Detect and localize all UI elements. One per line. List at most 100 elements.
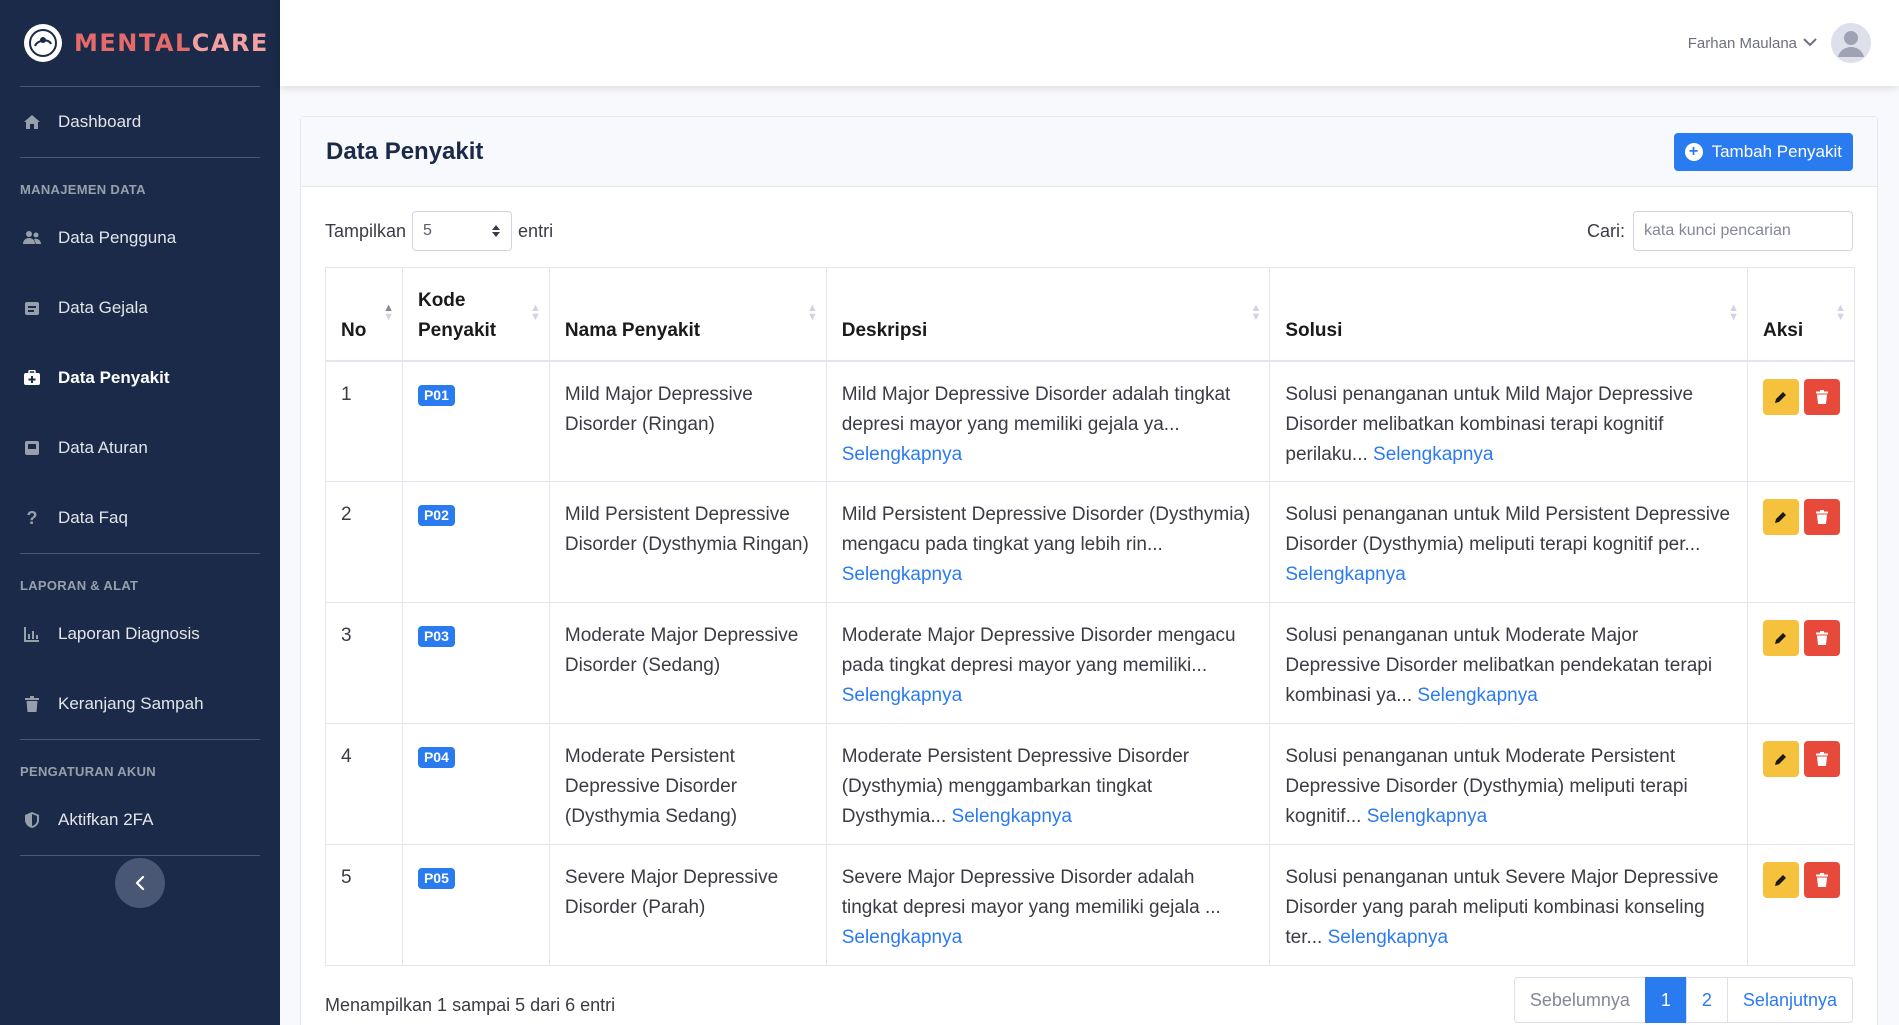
- cell-nama: Severe Major Depressive Disorder (Parah): [548, 844, 827, 966]
- column-header-nama[interactable]: Nama Penyakit ▲ ▼: [548, 267, 827, 362]
- pencil-icon: [1774, 875, 1786, 886]
- table-info: Menampilkan 1 sampai 5 dari 6 entri: [325, 995, 616, 1015]
- add-disease-button[interactable]: + Tambah Penyakit: [1673, 132, 1853, 171]
- sidebar-section-heading: LAPORAN & ALAT: [20, 578, 139, 593]
- page-length-select[interactable]: 5: [412, 211, 513, 251]
- cell-solusi: Solusi penanganan untuk Severe Major Dep…: [1269, 844, 1748, 966]
- home-icon: [20, 112, 44, 132]
- read-more-link[interactable]: Selengkapnya: [1417, 685, 1537, 706]
- disease-code-badge: P03: [417, 626, 455, 647]
- sidebar-item-dashboard[interactable]: Dashboard: [0, 87, 280, 157]
- sidebar-divider: [20, 855, 260, 856]
- sidebar-item-label: Laporan Diagnosis: [58, 624, 200, 643]
- read-more-link[interactable]: Selengkapnya: [1328, 927, 1448, 948]
- read-more-link[interactable]: Selengkapnya: [1373, 444, 1493, 465]
- read-more-link[interactable]: Selengkapnya: [1285, 564, 1405, 585]
- cell-nama: Moderate Persistent Depressive Disorder …: [548, 723, 827, 845]
- page-title: Data Penyakit: [326, 137, 484, 165]
- table-row: 4 P04 Moderate Persistent Depressive Dis…: [325, 723, 1856, 845]
- delete-button[interactable]: [1803, 378, 1840, 415]
- pagination-previous[interactable]: Sebelumnya: [1513, 977, 1646, 1023]
- disease-table: No ▲ ▼ Kode Penyakit ▲ ▼ Nama Penyakit ▲ ▼ Desk…: [325, 267, 1856, 966]
- disease-code-badge: P04: [417, 747, 455, 768]
- table-row: 5 P05 Severe Major Depressive Disorder (…: [325, 844, 1856, 966]
- pencil-icon: [1774, 754, 1786, 765]
- delete-button[interactable]: [1803, 741, 1840, 777]
- brand-logo-icon: [24, 24, 62, 62]
- read-more-link[interactable]: Selengkapnya: [842, 444, 962, 465]
- cell-aksi: [1746, 723, 1856, 845]
- sidebar-item-data-aturan[interactable]: Data Aturan: [0, 413, 280, 483]
- pagination-next[interactable]: Selanjutnya: [1726, 977, 1853, 1023]
- read-more-link[interactable]: Selengkapnya: [842, 685, 962, 706]
- sidebar-section-heading: MANAJEMEN DATA: [20, 182, 146, 197]
- cell-solusi: Solusi penanganan untuk Moderate Major D…: [1269, 602, 1748, 724]
- cell-nama: Moderate Major Depressive Disorder (Seda…: [548, 602, 827, 724]
- avatar[interactable]: [1831, 23, 1871, 63]
- pagination-page-2[interactable]: 2: [1685, 977, 1728, 1023]
- sidebar-item-keranjang-sampah[interactable]: Keranjang Sampah: [0, 669, 280, 739]
- edit-button[interactable]: [1762, 499, 1799, 535]
- delete-button[interactable]: [1803, 862, 1840, 898]
- read-more-link[interactable]: Selengkapnya: [1367, 806, 1487, 827]
- cell-solusi: Solusi penanganan untuk Moderate Persist…: [1269, 723, 1748, 845]
- users-icon: [20, 228, 44, 248]
- sidebar-item-laporan-diagnosis[interactable]: Laporan Diagnosis: [0, 599, 280, 669]
- table-row: 3 P03 Moderate Major Depressive Disorder…: [325, 602, 1856, 724]
- sort-icon: ▲ ▼: [383, 302, 394, 323]
- sort-icon: ▲ ▼: [1250, 302, 1262, 323]
- column-header-kode[interactable]: Kode Penyakit ▲ ▼: [401, 267, 550, 362]
- cell-no: 3: [325, 602, 403, 724]
- sidebar-item-aktifkan-2fa[interactable]: Aktifkan 2FA: [0, 785, 280, 855]
- brand[interactable]: MENTALCARE: [0, 0, 280, 86]
- read-more-link[interactable]: Selengkapnya: [842, 564, 962, 585]
- cell-kode: P05: [401, 844, 550, 966]
- column-header-deskripsi[interactable]: Deskripsi ▲ ▼: [825, 267, 1271, 362]
- medkit-icon: [20, 368, 44, 388]
- trash-icon: [1815, 873, 1828, 887]
- delete-button[interactable]: [1803, 499, 1840, 535]
- sidebar-item-data-pengguna[interactable]: Data Pengguna: [0, 203, 280, 273]
- delete-button[interactable]: [1803, 620, 1840, 656]
- sidebar-toggle-button[interactable]: [115, 858, 165, 908]
- cell-nama: Mild Major Depressive Disorder (Ringan): [548, 360, 827, 482]
- edit-button[interactable]: [1762, 620, 1799, 656]
- user-name[interactable]: Farhan Maulana: [1688, 35, 1797, 52]
- pencil-icon: [1774, 512, 1786, 523]
- trash-icon: [1815, 510, 1828, 524]
- sidebar-item-data-penyakit[interactable]: Data Penyakit: [0, 343, 280, 413]
- read-more-link[interactable]: Selengkapnya: [842, 927, 962, 948]
- edit-button[interactable]: [1762, 741, 1799, 777]
- book-icon: [20, 438, 44, 458]
- search-label: Cari:: [1586, 220, 1625, 241]
- add-disease-label: Tambah Penyakit: [1711, 141, 1842, 161]
- sort-icon: ▲ ▼: [1728, 302, 1739, 323]
- sidebar-item-label: Data Aturan: [58, 438, 148, 457]
- sidebar-item-data-gejala[interactable]: Data Gejala: [0, 273, 280, 343]
- cell-no: 5: [325, 844, 403, 966]
- pencil-icon: [1774, 391, 1786, 403]
- cell-aksi: [1746, 602, 1856, 724]
- sidebar-item-label: Dashboard: [58, 112, 142, 131]
- chevron-down-icon[interactable]: [1803, 34, 1817, 52]
- column-header-solusi[interactable]: Solusi ▲ ▼: [1269, 267, 1748, 362]
- sidebar-item-label: Data Pengguna: [58, 228, 177, 247]
- cell-deskripsi: Moderate Major Depressive Disorder menga…: [825, 602, 1271, 724]
- sidebar-item-data-faq[interactable]: ? Data Faq: [0, 483, 280, 553]
- trash-icon: [20, 694, 44, 714]
- sidebar-item-label: Data Faq: [58, 508, 128, 527]
- edit-button[interactable]: [1762, 862, 1799, 898]
- trash-icon: [1815, 752, 1828, 766]
- pagination-page-1[interactable]: 1: [1644, 977, 1687, 1023]
- column-header-no[interactable]: No ▲ ▼: [325, 267, 403, 362]
- table-row: 1 P01 Mild Major Depressive Disorder (Ri…: [325, 360, 1856, 482]
- search-input[interactable]: [1633, 211, 1853, 251]
- cell-aksi: [1746, 360, 1856, 482]
- column-header-aksi[interactable]: Aksi ▲ ▼: [1746, 267, 1856, 362]
- sort-icon: ▲ ▼: [530, 302, 541, 323]
- cell-kode: P03: [401, 602, 550, 724]
- cell-aksi: [1746, 481, 1856, 603]
- search-control: Cari:: [1587, 211, 1853, 251]
- edit-button[interactable]: [1762, 378, 1799, 415]
- read-more-link[interactable]: Selengkapnya: [952, 806, 1072, 827]
